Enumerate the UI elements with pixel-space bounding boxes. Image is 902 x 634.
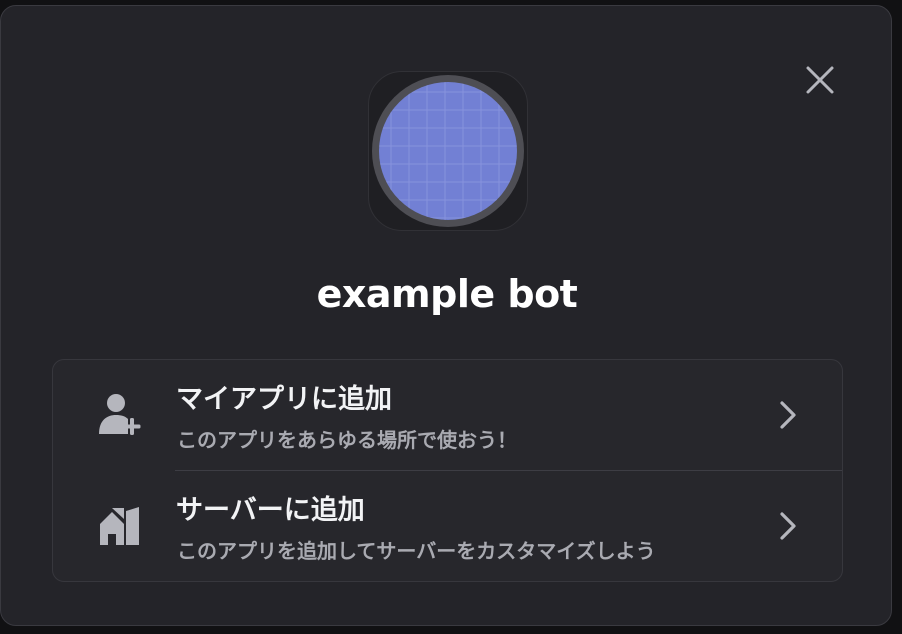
app-avatar-frame (368, 71, 528, 231)
option-title: サーバーに追加 (176, 495, 365, 526)
add-to-my-apps-button[interactable]: マイアプリに追加 このアプリをあらゆる場所で使おう！ (53, 360, 842, 470)
server-add-icon (100, 507, 139, 545)
chevron-right-icon (780, 512, 796, 540)
app-avatar (372, 75, 524, 227)
option-subtitle: このアプリをあらゆる場所で使おう！ (177, 428, 517, 452)
add-app-modal: example bot マイアプリに追加 このアプリをあらゆる場所で使おう！ サ… (0, 5, 892, 626)
option-title: マイアプリに追加 (176, 384, 392, 415)
option-subtitle: このアプリを追加してサーバーをカスタマイズしよう (177, 539, 656, 563)
close-icon (806, 66, 834, 94)
chevron-right-icon (780, 401, 796, 429)
install-options-card: マイアプリに追加 このアプリをあらゆる場所で使おう！ サーバーに追加 このアプリ… (52, 359, 843, 582)
close-button[interactable] (801, 61, 839, 99)
add-to-server-button[interactable]: サーバーに追加 このアプリを追加してサーバーをカスタマイズしよう (53, 471, 842, 581)
user-add-icon (99, 394, 141, 435)
app-name: example bot (316, 272, 578, 316)
